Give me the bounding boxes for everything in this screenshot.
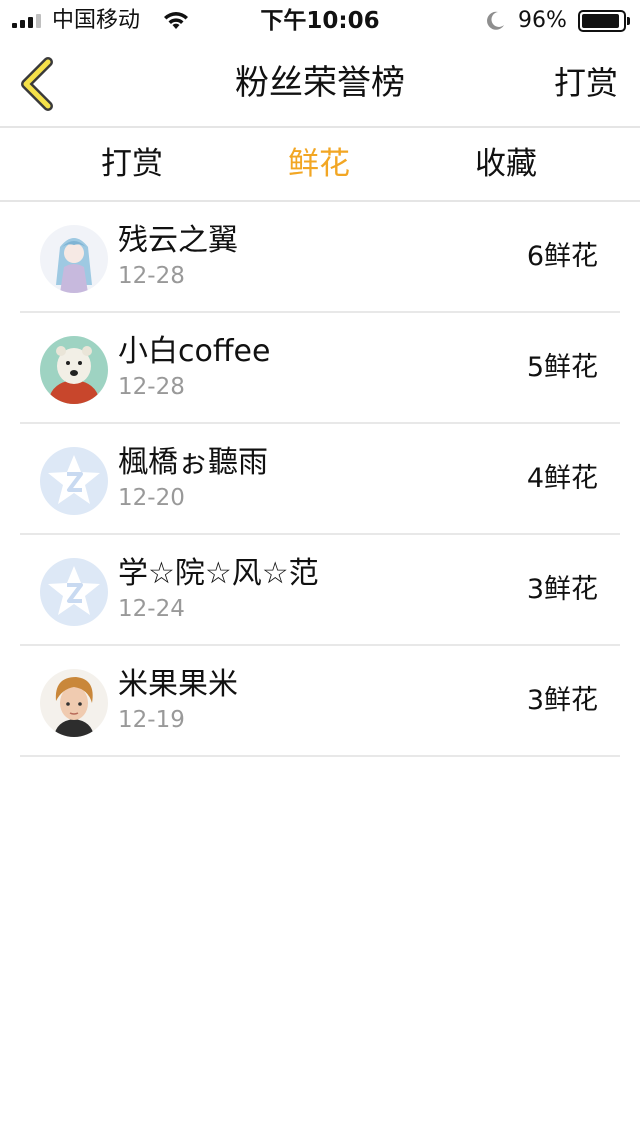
fan-list: 残云之翼 12-28 6鲜花 小白coffee 12-28 5鲜花 楓橋ぉ聽雨 … xyxy=(20,202,620,757)
flower-count: 3鲜花 xyxy=(526,574,598,605)
fan-date: 12-19 xyxy=(118,707,185,733)
page-title: 粉丝荣誉榜 xyxy=(235,63,405,103)
fan-name: 小白coffee xyxy=(118,334,271,369)
default-qq-avatar xyxy=(40,447,108,515)
fan-date: 12-28 xyxy=(118,374,185,400)
list-item[interactable]: 学☆院☆风☆范 12-24 3鲜花 xyxy=(20,535,620,646)
flower-count: 6鲜花 xyxy=(526,241,598,272)
fan-date: 12-20 xyxy=(118,485,185,511)
young-man-avatar xyxy=(40,669,108,737)
fan-date: 12-24 xyxy=(118,596,185,622)
list-item[interactable]: 残云之翼 12-28 6鲜花 xyxy=(20,202,620,313)
status-bar: 中国移动 下午10:06 96% xyxy=(0,0,640,40)
polar-bear-avatar xyxy=(40,336,108,404)
fan-name: 楓橋ぉ聽雨 xyxy=(118,445,268,480)
tab-bar: 打赏 鲜花 收藏 xyxy=(0,130,640,202)
list-item[interactable]: 楓橋ぉ聽雨 12-20 4鲜花 xyxy=(20,424,620,535)
reward-button[interactable]: 打赏 xyxy=(554,62,618,104)
flower-count: 3鲜花 xyxy=(526,685,598,716)
default-qq-avatar xyxy=(40,558,108,626)
flower-count: 4鲜花 xyxy=(526,463,598,494)
fan-date: 12-28 xyxy=(118,263,185,289)
battery-percentage: 96% xyxy=(518,8,567,33)
anime-girl-avatar xyxy=(40,225,108,293)
tab-favorites[interactable]: 收藏 xyxy=(446,144,566,184)
list-item[interactable]: 米果果米 12-19 3鲜花 xyxy=(20,646,620,757)
list-item[interactable]: 小白coffee 12-28 5鲜花 xyxy=(20,313,620,424)
tab-reward[interactable]: 打赏 xyxy=(72,144,192,184)
do-not-disturb-moon-icon xyxy=(487,11,504,30)
fan-name: 残云之翼 xyxy=(118,223,238,258)
nav-bar: 粉丝荣誉榜 打赏 xyxy=(0,40,640,128)
fan-name: 米果果米 xyxy=(118,667,238,702)
battery-icon xyxy=(578,10,630,32)
fan-name: 学☆院☆风☆范 xyxy=(118,556,319,591)
flower-count: 5鲜花 xyxy=(526,352,598,383)
tab-flowers[interactable]: 鲜花 xyxy=(259,144,379,184)
